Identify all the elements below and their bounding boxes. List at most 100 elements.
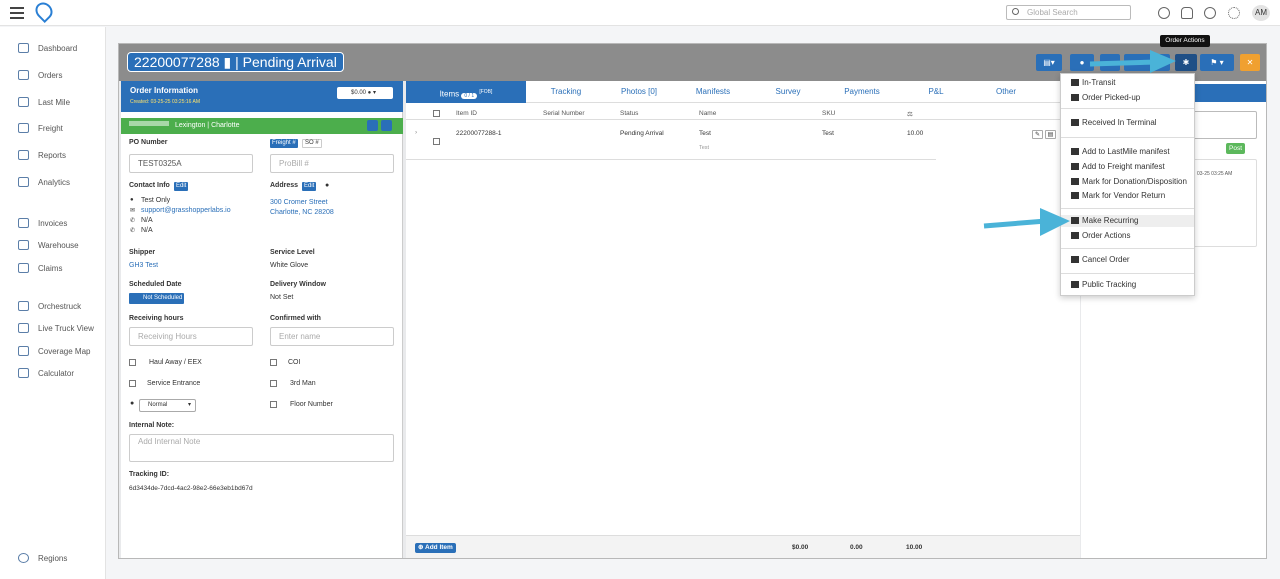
address-line-1[interactable]: 300 Cromer Street bbox=[270, 199, 328, 206]
bell-icon[interactable] bbox=[1181, 7, 1193, 19]
menu-divider bbox=[1061, 108, 1194, 109]
document-button[interactable]: ▤▾ bbox=[1036, 54, 1062, 71]
menu-item-make-recurring[interactable]: Make Recurring bbox=[1061, 215, 1194, 227]
haul-away-label: Haul Away / EEX bbox=[149, 359, 202, 366]
undo-icon bbox=[1071, 192, 1079, 199]
info-icon[interactable] bbox=[367, 120, 378, 131]
haul-away-checkbox[interactable] bbox=[129, 359, 136, 366]
so-tag[interactable]: SO # bbox=[302, 139, 322, 148]
history-icon[interactable] bbox=[1204, 7, 1216, 19]
item-description: Test bbox=[699, 145, 710, 151]
tab-manifests[interactable]: Manifests bbox=[688, 81, 738, 103]
freight-tag[interactable]: Freight # bbox=[270, 139, 298, 148]
floor-number-checkbox[interactable] bbox=[270, 401, 277, 408]
contact-edit-button[interactable]: Edit bbox=[174, 182, 189, 191]
sidebar-item-reports[interactable]: Reports bbox=[18, 149, 66, 161]
global-search-input[interactable]: Global Search bbox=[1006, 5, 1131, 20]
check-icon bbox=[1071, 119, 1079, 126]
items-table-header: Item ID Serial Number Status Name SKU ⚖ bbox=[406, 108, 1080, 120]
action-button[interactable] bbox=[1124, 54, 1170, 71]
probill-input[interactable]: ProBill # bbox=[270, 154, 394, 173]
menu-item-mark-vendor-return[interactable]: Mark for Vendor Return bbox=[1071, 190, 1165, 202]
edit-row-icon[interactable]: ✎ bbox=[1032, 130, 1043, 139]
sidebar-item-invoices[interactable]: Invoices bbox=[18, 217, 67, 229]
priority-select[interactable]: Normal ▾ bbox=[139, 399, 196, 412]
tab-items[interactable]: Items 0 / 1 [FOB] bbox=[406, 81, 526, 103]
truck-icon bbox=[1071, 79, 1079, 86]
calculator-icon bbox=[18, 368, 29, 378]
tab-other[interactable]: Other bbox=[981, 81, 1031, 103]
amount-dropdown[interactable]: $0.00 ● ▾ bbox=[337, 87, 393, 99]
po-number-input[interactable]: TEST0325A bbox=[129, 154, 253, 173]
hamburger-menu-icon[interactable] bbox=[10, 7, 24, 19]
redacted-customer bbox=[129, 121, 169, 126]
clock-button[interactable]: ● bbox=[1070, 54, 1094, 71]
sidebar-item-claims[interactable]: Claims bbox=[18, 262, 62, 274]
sidebar-item-last-mile[interactable]: Last Mile bbox=[18, 96, 70, 108]
menu-item-mark-donation[interactable]: Mark for Donation/Disposition bbox=[1071, 176, 1187, 188]
items-footer: ⊕ Add Item $0.00 0.00 10.00 bbox=[406, 535, 1080, 558]
internal-note-input[interactable]: Add Internal Note bbox=[129, 434, 394, 462]
sidebar-item-regions[interactable]: Regions bbox=[18, 552, 67, 564]
sidebar-item-coverage-map[interactable]: Coverage Map bbox=[18, 345, 90, 357]
po-number-label: PO Number bbox=[129, 139, 168, 146]
dashboard-icon bbox=[18, 43, 29, 53]
help-icon[interactable] bbox=[1158, 7, 1170, 19]
contact-email[interactable]: support@grasshopperlabs.io bbox=[141, 207, 231, 214]
calendar-icon bbox=[1071, 217, 1079, 224]
search-icon bbox=[1012, 8, 1019, 15]
tab-photos[interactable]: Photos [0] bbox=[614, 81, 664, 103]
menu-item-in-transit[interactable]: In-Transit bbox=[1071, 77, 1116, 89]
confirmed-with-input[interactable]: Enter name bbox=[270, 327, 394, 346]
logo-icon[interactable] bbox=[31, 0, 57, 24]
receiving-hours-input[interactable]: Receiving Hours bbox=[129, 327, 253, 346]
chevron-right-icon[interactable]: › bbox=[415, 129, 417, 136]
column-serial-number: Serial Number bbox=[543, 110, 585, 117]
menu-item-order-actions[interactable]: Order Actions bbox=[1071, 230, 1130, 242]
sidebar-item-orchestruck[interactable]: Orchestruck bbox=[18, 300, 81, 312]
menu-divider bbox=[1061, 248, 1194, 249]
order-actions-gear-button[interactable]: ✱ bbox=[1175, 54, 1197, 71]
sidebar-item-orders[interactable]: Orders bbox=[18, 69, 62, 81]
sidebar-item-warehouse[interactable]: Warehouse bbox=[18, 239, 79, 251]
info-icon[interactable]: ● bbox=[325, 182, 329, 189]
print-row-icon[interactable]: ▤ bbox=[1045, 130, 1056, 139]
menu-item-received-in-terminal[interactable]: Received In Terminal bbox=[1071, 117, 1157, 129]
total-count: 0.00 bbox=[850, 544, 863, 551]
item-status: Pending Arrival bbox=[620, 130, 664, 137]
pin-button[interactable]: ● bbox=[1100, 54, 1120, 71]
sidebar-item-freight[interactable]: Freight bbox=[18, 122, 63, 134]
coi-checkbox[interactable] bbox=[270, 359, 277, 366]
shipper-value[interactable]: GH3 Test bbox=[129, 262, 158, 269]
menu-item-order-picked-up[interactable]: Order Picked-up bbox=[1071, 92, 1140, 104]
scheduled-date-button[interactable]: Not Scheduled bbox=[129, 293, 185, 304]
row-checkbox[interactable] bbox=[433, 138, 440, 145]
address-line-2[interactable]: Charlotte, NC 28208 bbox=[270, 209, 334, 216]
sidebar-item-live-truck-view[interactable]: Live Truck View bbox=[18, 322, 94, 334]
table-row[interactable]: › 22200077288-1 Pending Arrival Test Tes… bbox=[406, 128, 936, 160]
sidebar-item-analytics[interactable]: Analytics bbox=[18, 176, 70, 188]
add-item-button[interactable]: ⊕ Add Item bbox=[415, 543, 456, 553]
tab-pl[interactable]: P&L bbox=[911, 81, 961, 103]
menu-item-public-tracking[interactable]: Public Tracking bbox=[1071, 279, 1136, 291]
select-all-checkbox[interactable] bbox=[433, 110, 440, 117]
tab-survey[interactable]: Survey bbox=[763, 81, 813, 103]
avatar[interactable]: AM bbox=[1252, 5, 1270, 21]
third-man-checkbox[interactable] bbox=[270, 380, 277, 387]
menu-item-cancel-order[interactable]: Cancel Order bbox=[1071, 254, 1130, 266]
gear-icon[interactable] bbox=[1228, 7, 1240, 19]
sidebar-item-calculator[interactable]: Calculator bbox=[18, 367, 74, 379]
tab-tracking[interactable]: Tracking bbox=[541, 81, 591, 103]
address-edit-button[interactable]: Edit bbox=[302, 182, 317, 191]
service-entrance-checkbox[interactable] bbox=[129, 380, 136, 387]
tab-payments[interactable]: Payments bbox=[837, 81, 887, 103]
menu-item-add-freight-manifest[interactable]: Add to Freight manifest bbox=[1071, 161, 1165, 173]
copy-icon bbox=[1071, 232, 1079, 239]
close-button[interactable]: ✕ bbox=[1240, 54, 1260, 71]
sidebar-item-dashboard[interactable]: Dashboard bbox=[18, 42, 77, 54]
menu-item-add-lastmile-manifest[interactable]: Add to LastMile manifest bbox=[1071, 146, 1170, 158]
post-button[interactable]: Post bbox=[1226, 143, 1246, 154]
edit-icon[interactable] bbox=[381, 120, 392, 131]
scheduled-date-label: Scheduled Date bbox=[129, 281, 182, 288]
flag-button[interactable]: ⚑ ▾ bbox=[1200, 54, 1234, 71]
